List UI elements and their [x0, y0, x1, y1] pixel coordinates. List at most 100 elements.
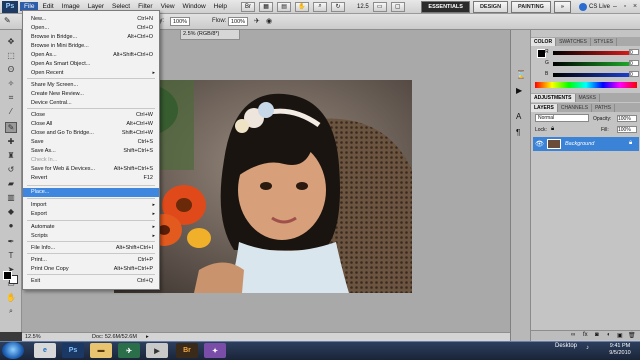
view-extras-icon[interactable]: ▤	[277, 1, 292, 12]
type-tool-icon[interactable]: T	[5, 250, 17, 261]
pen-tool-icon[interactable]: ✒	[5, 236, 17, 247]
slider-blue-value[interactable]: 0	[629, 71, 639, 78]
blend-mode-select[interactable]: Normal	[535, 114, 589, 122]
hand-tool-icon[interactable]: ✋	[295, 1, 310, 12]
file-menu-item[interactable]: Share My Screen...	[23, 81, 159, 90]
eyedropper-tool-icon[interactable]: ⁄	[5, 106, 17, 117]
gradient-tool-icon[interactable]: ▥	[5, 192, 17, 203]
history-panel-icon[interactable]: ⌛	[516, 70, 526, 79]
opacity-field[interactable]: 100%	[170, 17, 190, 26]
workspace-painting[interactable]: PAINTING	[511, 0, 551, 13]
file-menu-item[interactable]: New... Ctrl+N	[23, 15, 159, 24]
file-menu-item[interactable]: Exit Ctrl+Q	[23, 277, 159, 286]
history-brush-icon[interactable]: ↺	[5, 164, 17, 175]
tab-adjustments[interactable]: ADJUSTMENTS	[531, 94, 576, 102]
marquee-tool-icon[interactable]: ⬚	[5, 50, 17, 61]
crop-tool-icon[interactable]: ⌗	[5, 92, 17, 103]
layer-name[interactable]: Background	[565, 141, 594, 147]
media-icon[interactable]: ▶	[146, 343, 168, 358]
eye-icon[interactable]: 👁︎	[535, 140, 544, 148]
lasso-tool-icon[interactable]: ʘ	[5, 64, 17, 75]
foreground-color-swatch[interactable]	[3, 271, 12, 280]
file-menu-item[interactable]: File Info... Alt+Shift+Ctrl+I	[23, 244, 159, 253]
actions-panel-icon[interactable]: ▶	[516, 86, 522, 95]
new-layer-icon[interactable]: ▣	[617, 332, 623, 339]
file-menu-item[interactable]: Open As Smart Object...	[23, 60, 159, 69]
color-ramp[interactable]	[535, 82, 637, 88]
status-arrow-icon[interactable]: ▸	[146, 334, 149, 340]
tab-swatches[interactable]: SWATCHES	[556, 38, 591, 46]
slider-green-value[interactable]: 0	[629, 60, 639, 67]
arrange-documents-icon[interactable]: ▭	[372, 1, 387, 12]
tab-styles[interactable]: STYLES	[591, 38, 618, 46]
file-menu-item[interactable]: Device Central...	[23, 99, 159, 108]
file-menu-item[interactable]: Import ▸	[23, 201, 159, 210]
file-menu-item[interactable]: Print One Copy Alt+Shift+Ctrl+P	[23, 265, 159, 274]
tablet-pressure-icon[interactable]: ◉	[266, 17, 272, 25]
file-menu-item[interactable]: Open... Ctrl+O	[23, 24, 159, 33]
blur-tool-icon[interactable]: ◆	[5, 206, 17, 217]
document-tab[interactable]: 2.5% (RGB/8*)	[180, 30, 240, 40]
layers-opacity-field[interactable]: 100%	[617, 115, 637, 122]
zoom-level[interactable]: 12.5	[357, 4, 369, 10]
new-fill-layer-icon[interactable]: ◐	[607, 332, 611, 338]
dodge-tool-icon[interactable]: ●	[5, 220, 17, 231]
status-zoom[interactable]: 12.5%	[25, 334, 41, 340]
close-button[interactable]: ×	[630, 2, 640, 12]
flow-field[interactable]: 100%	[228, 17, 248, 26]
menu-window[interactable]: Window	[179, 2, 210, 11]
bridge-button[interactable]: Br	[241, 1, 256, 12]
paragraph-panel-icon[interactable]: ¶	[516, 128, 520, 137]
taskbar-photoshop[interactable]: Ps	[62, 343, 84, 358]
ie-icon[interactable]: e	[34, 343, 56, 358]
file-menu-item[interactable]: Browse in Bridge... Alt+Ctrl+O	[23, 33, 159, 42]
tab-masks[interactable]: MASKS	[576, 94, 601, 102]
file-menu-item[interactable]: Create New Review...	[23, 90, 159, 99]
zoom-tool-icon[interactable]: ⌕	[313, 1, 328, 12]
minimize-button[interactable]: –	[610, 2, 620, 12]
folder-icon[interactable]: ▬	[90, 343, 112, 358]
file-menu-item[interactable]: Save Ctrl+S	[23, 138, 159, 147]
file-menu-item[interactable]: Open As... Alt+Shift+Ctrl+O	[23, 51, 159, 60]
file-menu-item[interactable]: Browse in Mini Bridge...	[23, 42, 159, 51]
rotate-view-icon[interactable]: ↻	[331, 1, 346, 12]
workspace-overflow[interactable]: »	[553, 0, 571, 13]
restore-button[interactable]: ▫	[620, 2, 630, 12]
airbrush-icon[interactable]: ✈	[254, 17, 260, 25]
delete-layer-icon[interactable]: 🗑︎	[628, 332, 636, 339]
start-orb-icon[interactable]	[2, 342, 24, 359]
layer-style-icon[interactable]: fx	[583, 332, 588, 338]
slider-red-value[interactable]: 0	[629, 49, 639, 56]
quick-select-tool-icon[interactable]: ✧	[5, 78, 17, 89]
file-menu-item[interactable]: Open Recent ▸	[23, 69, 159, 78]
layer-row-background[interactable]: 👁︎ Background 🔒︎	[533, 137, 639, 151]
workspace-design[interactable]: DESIGN	[472, 0, 509, 13]
file-menu-item[interactable]: Close Ctrl+W	[23, 111, 159, 120]
file-menu-item[interactable]: Save As... Shift+Ctrl+S	[23, 147, 159, 156]
messenger-icon[interactable]: ✈	[118, 343, 140, 358]
link-layers-icon[interactable]: ∞	[571, 332, 575, 338]
eraser-tool-icon[interactable]: ▰	[5, 178, 17, 189]
app-icon[interactable]: ✦	[204, 343, 226, 358]
tab-color[interactable]: COLOR	[531, 38, 557, 46]
cs-live[interactable]: CS Live	[578, 2, 610, 11]
file-menu-item[interactable]: Print... Ctrl+P	[23, 256, 159, 265]
fill-field[interactable]: 100%	[617, 126, 637, 133]
slider-green[interactable]	[553, 62, 633, 66]
add-mask-icon[interactable]: ◙	[595, 332, 599, 338]
move-tool-icon[interactable]: ✥	[5, 36, 17, 47]
hand-tool-icon-2[interactable]: ✋	[5, 292, 17, 303]
brush-tool-icon[interactable]: ✎	[5, 122, 17, 133]
file-menu-item[interactable]: Close and Go To Bridge... Shift+Ctrl+W	[23, 129, 159, 138]
mini-bridge-button[interactable]: ▦	[259, 1, 274, 12]
slider-blue[interactable]	[553, 73, 633, 77]
healing-brush-icon[interactable]: ✚	[5, 136, 17, 147]
volume-icon[interactable]: ♪	[586, 345, 589, 351]
zoom-tool-icon-2[interactable]: ⌕	[5, 306, 17, 317]
tab-channels[interactable]: CHANNELS	[558, 104, 593, 112]
slider-red[interactable]	[553, 51, 633, 55]
tab-layers[interactable]: LAYERS	[531, 104, 558, 112]
workspace-essentials[interactable]: ESSENTIALS	[421, 0, 470, 13]
menu-help[interactable]: Help	[210, 2, 231, 11]
file-menu-item[interactable]: Place...	[23, 188, 159, 197]
